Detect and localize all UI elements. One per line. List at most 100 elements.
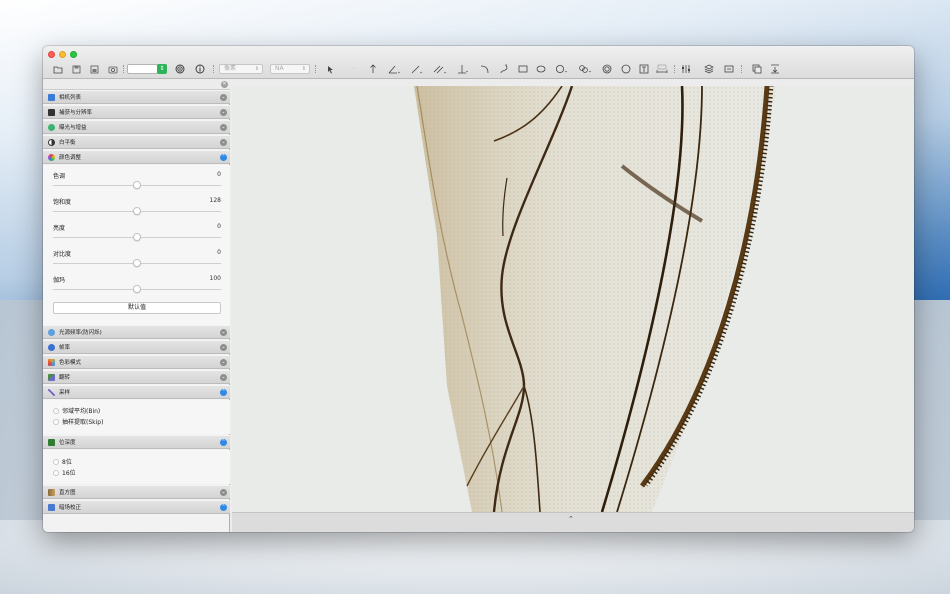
- curve-icon[interactable]: [498, 63, 510, 75]
- bit-depth-panel: 8位 16位: [43, 450, 230, 484]
- dot-icon[interactable]: ·: [349, 63, 359, 75]
- slider-knob[interactable]: [133, 233, 141, 241]
- collapse-all-icon[interactable]: ✕: [221, 81, 228, 88]
- multi-circle-icon[interactable]: [577, 63, 593, 75]
- section-flip[interactable]: 翻转 ⌄: [43, 370, 230, 384]
- radio-bin[interactable]: 邻域平均(Bin): [53, 406, 100, 415]
- layers-icon[interactable]: [703, 63, 715, 75]
- chevron-up-icon[interactable]: ⌃: [220, 439, 227, 446]
- align-icon[interactable]: [769, 63, 781, 75]
- slider-knob[interactable]: [133, 259, 141, 267]
- section-color-adjust[interactable]: 颜色调整 ⌃: [43, 150, 230, 164]
- open-folder-icon[interactable]: [52, 63, 64, 75]
- slider-knob[interactable]: [133, 207, 141, 215]
- slider-knob[interactable]: [133, 285, 141, 293]
- rectangle-icon[interactable]: [517, 63, 529, 75]
- chevron-down-icon[interactable]: ⌄: [220, 94, 227, 101]
- close-window-button[interactable]: [48, 51, 55, 58]
- section-exposure-gain[interactable]: 曝光与增益 ⌄: [43, 120, 230, 134]
- slider-label: 色调: [53, 173, 66, 180]
- scale-bar-icon[interactable]: [655, 63, 669, 75]
- camera-icon[interactable]: [107, 63, 119, 75]
- chevron-down-icon[interactable]: ⌄: [220, 124, 227, 131]
- line-icon[interactable]: [410, 63, 424, 75]
- chevron-down-icon[interactable]: ⌄: [220, 109, 227, 116]
- target-icon[interactable]: [174, 63, 186, 75]
- slider-label: 亮度: [53, 225, 66, 232]
- section-label: 直方图: [59, 490, 76, 496]
- chevron-down-icon[interactable]: ⌄: [220, 359, 227, 366]
- circle-icon[interactable]: [620, 63, 632, 75]
- radio-dot[interactable]: [53, 418, 59, 425]
- chevron-down-icon[interactable]: ⌄: [220, 344, 227, 351]
- color-wheel-icon: [48, 153, 55, 161]
- export-icon[interactable]: [88, 63, 100, 75]
- zoom-window-button[interactable]: [70, 51, 77, 58]
- slider-knob[interactable]: [133, 181, 141, 189]
- brightness-slider-row: 亮度 0: [53, 223, 221, 243]
- section-bit-depth[interactable]: 位深度 ⌃: [43, 435, 230, 449]
- toolbar: ⇕ 像素 ⇕ NA ⇕ ·: [43, 46, 914, 79]
- fit-icon[interactable]: [723, 63, 735, 75]
- perpendicular-icon[interactable]: [456, 63, 470, 75]
- chevron-updown-icon: ⇕: [254, 66, 259, 72]
- radio-dot[interactable]: [53, 469, 59, 476]
- zoom-input[interactable]: [127, 64, 158, 74]
- radio-8bit[interactable]: 8位: [53, 457, 72, 466]
- section-dark-field[interactable]: 暗场校正 ⌃: [43, 500, 230, 514]
- chevron-up-icon[interactable]: ⌃: [568, 515, 574, 523]
- parallel-icon[interactable]: [432, 63, 448, 75]
- section-label: 颜色调整: [59, 155, 82, 161]
- ellipse-icon[interactable]: [535, 63, 547, 75]
- concentric-icon[interactable]: [601, 63, 613, 75]
- sidebar-header: ✕: [43, 79, 230, 90]
- section-camera-list[interactable]: 相机列表 ⌄: [43, 90, 230, 104]
- chevron-up-icon[interactable]: ⌃: [220, 389, 227, 396]
- copy-icon[interactable]: [751, 63, 763, 75]
- chevron-up-icon[interactable]: ⌃: [220, 154, 227, 161]
- canvas-footer: ⌃: [232, 512, 914, 532]
- section-histogram[interactable]: 直方图 ⌄: [43, 485, 230, 499]
- pointer-icon[interactable]: [325, 63, 337, 75]
- radio-label: 抽样提取(Skip): [62, 419, 104, 426]
- section-white-balance[interactable]: 白平衡 ⌄: [43, 135, 230, 149]
- image-canvas[interactable]: [232, 84, 914, 522]
- toolbar-separator: [123, 65, 124, 73]
- radio-16bit[interactable]: 16位: [53, 468, 76, 477]
- section-frame-rate[interactable]: 帧率 ⌄: [43, 340, 230, 354]
- unit-select[interactable]: 像素 ⇕: [219, 64, 263, 74]
- zoom-stepper[interactable]: ⇕: [157, 64, 167, 74]
- chevron-down-icon[interactable]: ⌄: [220, 329, 227, 336]
- radio-label: 8位: [62, 459, 72, 466]
- histogram-icon: [48, 488, 55, 496]
- toolbar-separator: [741, 65, 742, 73]
- value-select[interactable]: NA ⇕: [270, 64, 310, 74]
- circle-options-icon[interactable]: [554, 63, 570, 75]
- slider-value: 0: [217, 223, 221, 230]
- calibrate-icon[interactable]: [680, 63, 692, 75]
- section-light-frequency[interactable]: 光源频率(防闪烁) ⌄: [43, 325, 230, 339]
- chevron-up-icon[interactable]: ⌃: [220, 504, 227, 511]
- gamma-slider-row: 伽玛 100: [53, 275, 221, 295]
- arrow-icon[interactable]: [367, 63, 379, 75]
- flip-icon: [48, 373, 55, 381]
- section-sampling[interactable]: 采样 ⌃: [43, 385, 230, 399]
- angle-icon[interactable]: [387, 63, 401, 75]
- chevron-down-icon[interactable]: ⌄: [220, 374, 227, 381]
- section-capture-resolution[interactable]: 捕获与分辨率 ⌄: [43, 105, 230, 119]
- chevron-down-icon[interactable]: ⌄: [220, 489, 227, 496]
- text-icon[interactable]: [638, 63, 650, 75]
- arc-icon[interactable]: [479, 63, 491, 75]
- default-button[interactable]: 默认值: [53, 302, 221, 314]
- section-label: 捕获与分辨率: [59, 110, 93, 116]
- save-icon[interactable]: [70, 63, 82, 75]
- chevron-down-icon[interactable]: ⌄: [220, 139, 227, 146]
- minimize-window-button[interactable]: [59, 51, 66, 58]
- section-color-mode[interactable]: 色彩模式 ⌄: [43, 355, 230, 369]
- info-icon[interactable]: [194, 63, 206, 75]
- section-label: 翻转: [59, 375, 71, 381]
- radio-dot[interactable]: [53, 407, 59, 414]
- radio-skip[interactable]: 抽样提取(Skip): [53, 417, 103, 426]
- sidebar: ✕ 相机列表 ⌄ 捕获与分辨率 ⌄ 曝光与增益 ⌄ 白平衡 ⌄ 颜色调整 ⌃ 色…: [43, 79, 230, 532]
- radio-dot[interactable]: [53, 458, 59, 465]
